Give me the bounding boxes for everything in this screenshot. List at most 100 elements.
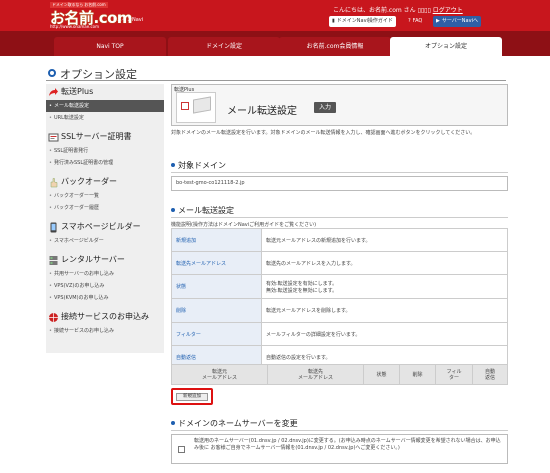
- user-greeting: こんにちは、お名前.com さん ▯▯▯▯ ログアウト: [333, 5, 463, 14]
- sidebar-item-backorder-list[interactable]: バックオーダー一覧: [46, 190, 164, 202]
- section-divider: [171, 430, 508, 431]
- col-label: 状態: [376, 371, 387, 378]
- function-desc-line: 有効:転送設定を有効にします。: [266, 280, 338, 287]
- step-badge: 入力: [314, 102, 337, 113]
- transfer-arrow-icon: [49, 88, 58, 96]
- table-row: 転送先メールアドレス 転送先のメールアドレスを入力します。: [171, 251, 508, 275]
- sidebar-item-ssl-issue[interactable]: SSL証明書発行: [46, 145, 164, 157]
- col-filter: フィル ター: [435, 364, 473, 385]
- function-name: 転送先メールアドレス: [171, 251, 262, 275]
- main-tab-bar: Navi TOP ドメイン設定 お名前.com会員情報 オプション設定: [0, 31, 550, 56]
- sidebar-item-connection-service[interactable]: 接続サービスのお申し込み: [46, 325, 164, 337]
- col-label: 返信: [484, 374, 495, 381]
- sidebar-item-url-transfer[interactable]: URL転送設定: [46, 112, 164, 124]
- tab-domain-settings[interactable]: ドメイン設定: [168, 37, 280, 56]
- function-desc: メールフィルターの詳細設定を行います。: [261, 322, 508, 346]
- add-new-button-highlight: 新規追加: [171, 388, 213, 405]
- server-icon: [49, 256, 58, 265]
- table-row: 新規追加 転送元メールアドレスの新規追加を行います。: [171, 228, 508, 252]
- nameserver-heading: ドメインのネームサーバーを変更: [171, 418, 298, 429]
- tab-option-settings[interactable]: オプション設定: [390, 37, 502, 56]
- col-label: ター: [448, 374, 459, 381]
- service-description: 対象ドメインのメール転送設定を行います。対象ドメインのメール転送情報を入力し、確…: [171, 130, 476, 136]
- table-header-row: 転送元 メールアドレス 転送先 メールアドレス 状態 削除 フィル ター 自動 …: [171, 364, 508, 385]
- function-desc: 転送元メールアドレスの新規追加を行います。: [261, 228, 508, 252]
- nameserver-option-text: 転送用のネームサーバー(01.dnsv.jp / 02.dnsv.jp)に変更す…: [194, 438, 501, 451]
- sidebar-item-shared-server[interactable]: 共用サーバーのお申し込み: [46, 268, 164, 280]
- nameserver-heading-text: ドメインのネームサーバーを変更: [178, 419, 298, 428]
- table-row: 状態 有効:転送設定を有効にします。 無効:転送設定を無効にします。: [171, 274, 508, 299]
- function-desc: 有効:転送設定を有効にします。 無効:転送設定を無効にします。: [261, 274, 508, 299]
- sidebar: 転送Plus メール転送設定 URL転送設定 SSLサーバー証明書 SSL証明書…: [46, 84, 164, 353]
- faq-button[interactable]: ? FAQ: [405, 16, 425, 27]
- target-domain-heading: 対象ドメイン: [171, 160, 226, 171]
- sidebar-head-rental-server[interactable]: レンタルサーバー: [46, 252, 164, 268]
- add-new-button[interactable]: 新規追加: [176, 393, 208, 401]
- sidebar-head-label: スマホページビルダー: [61, 222, 141, 231]
- nameserver-option-box: 転送用のネームサーバー(01.dnsv.jp / 02.dnsv.jp)に変更す…: [171, 434, 508, 464]
- col-status: 状態: [363, 364, 400, 385]
- nameserver-change-checkbox[interactable]: [178, 446, 185, 453]
- domain-navi-label: ドメインNavi: [112, 17, 144, 23]
- col-from-address: 転送元 メールアドレス: [171, 364, 268, 385]
- function-name: 新規追加: [171, 228, 262, 252]
- mail-setting-heading-text: メール転送設定: [178, 206, 234, 215]
- function-desc: 転送先のメールアドレスを入力します。: [261, 251, 508, 275]
- sidebar-item-smartphone-builder[interactable]: スマホページビルダー: [46, 235, 164, 247]
- sidebar-head-smartphone-builder[interactable]: スマホページビルダー: [46, 219, 164, 235]
- function-table: 新規追加 転送元メールアドレスの新規追加を行います。 転送先メールアドレス 転送…: [171, 228, 508, 369]
- faq-label: FAQ: [412, 18, 423, 24]
- certificate-icon: [48, 133, 59, 142]
- function-desc: 転送元メールアドレスを削除します。: [261, 298, 508, 323]
- greeting-text: こんにちは、お名前.com さん: [333, 7, 416, 14]
- sidebar-item-backorder-history[interactable]: バックオーダー履歴: [46, 202, 164, 214]
- hand-pointer-icon: [50, 178, 58, 188]
- arrow-right-icon: ▶: [436, 18, 440, 24]
- stamp-shape: [181, 102, 189, 110]
- sidebar-head-ssl[interactable]: SSLサーバー証明書: [46, 129, 164, 145]
- sidebar-head-connection[interactable]: 接続サービスのお申込み: [46, 309, 164, 325]
- sidebar-item-vps-vz[interactable]: VPS(VZ)のお申し込み: [46, 280, 164, 292]
- sidebar-head-backorder[interactable]: バックオーダー: [46, 174, 164, 190]
- section-divider: [171, 217, 508, 218]
- tab-navi-top[interactable]: Navi TOP: [54, 37, 166, 56]
- table-row: フィルター メールフィルターの詳細設定を行います。: [171, 322, 508, 346]
- question-icon: ?: [408, 18, 411, 24]
- sidebar-head-label: 転送Plus: [61, 87, 94, 96]
- navi-guide-label: ドメインNavi操作ガイド: [336, 18, 393, 24]
- sidebar-item-ssl-manage[interactable]: 発行済みSSL証明書の管理: [46, 157, 164, 169]
- tab-member-info[interactable]: お名前.com会員情報: [279, 37, 391, 56]
- section-divider: [171, 172, 508, 173]
- col-label: メールアドレス: [297, 374, 333, 381]
- logout-link[interactable]: ログアウト: [433, 7, 463, 14]
- greeting-suffix: ▯▯▯▯: [417, 7, 433, 14]
- function-name: 状態: [171, 274, 262, 299]
- server-navi-button[interactable]: ▶ サーバーNaviへ: [433, 16, 481, 27]
- sidebar-head-label: バックオーダー: [61, 177, 117, 186]
- smartphone-icon: [50, 222, 57, 233]
- mail-transfer-illustration: [176, 92, 216, 123]
- sidebar-item-vps-kvm[interactable]: VPS(KVM)のお申し込み: [46, 292, 164, 304]
- mail-setting-heading: メール転送設定: [171, 205, 234, 216]
- target-domain-value: bo-test-gmo-co121118-2.jp: [171, 176, 508, 191]
- function-note: 機能説明(操作方法はドメインNaviご利用ガイドをご覧ください): [171, 222, 317, 228]
- bullet-icon: [171, 163, 175, 167]
- book-icon: ▮: [332, 18, 335, 24]
- server-navi-label: サーバーNaviへ: [441, 18, 478, 24]
- col-to-address: 転送先 メールアドレス: [267, 364, 364, 385]
- target-heading-text: 対象ドメイン: [178, 161, 226, 170]
- navi-guide-button[interactable]: ▮ ドメインNavi操作ガイド: [329, 16, 396, 27]
- sidebar-item-mail-transfer[interactable]: メール転送設定: [46, 100, 164, 112]
- service-header-box: 転送Plus メール転送設定 入力: [171, 84, 508, 126]
- sidebar-head-transfer-plus[interactable]: 転送Plus: [46, 84, 164, 100]
- globe-icon: [49, 313, 58, 322]
- service-title: メール転送設定: [227, 106, 297, 117]
- col-label: 削除: [412, 371, 423, 378]
- table-row: 削除 転送元メールアドレスを削除します。: [171, 298, 508, 323]
- forward-list-header: 転送元 メールアドレス 転送先 メールアドレス 状態 削除 フィル ター 自動 …: [171, 364, 508, 385]
- logo-url: http://www.onamae.com: [50, 24, 100, 29]
- envelope-icon: [193, 96, 211, 114]
- col-label: メールアドレス: [201, 374, 237, 381]
- function-desc-line: 無効:転送設定を無効にします。: [266, 287, 338, 294]
- col-auto-reply: 自動 返信: [472, 364, 508, 385]
